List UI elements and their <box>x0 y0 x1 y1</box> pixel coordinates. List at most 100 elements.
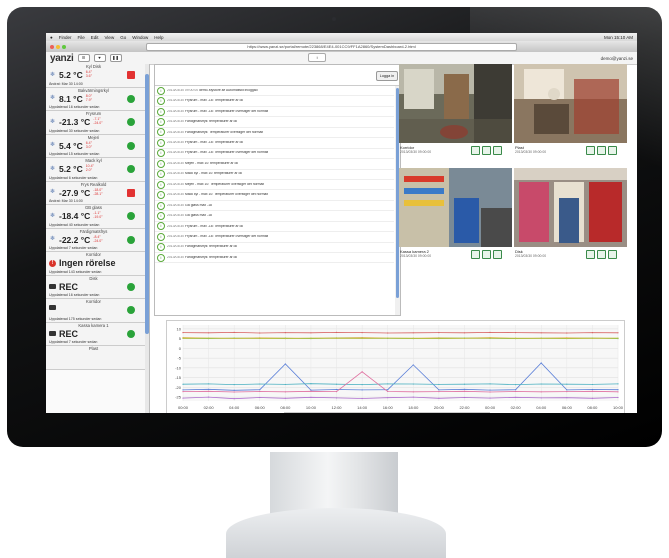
event-row[interactable]: i 2013/03/30 Mack kyl - max 10: temperatu… <box>155 170 394 180</box>
record-icon[interactable] <box>482 146 491 155</box>
menu-window[interactable]: Window <box>132 35 148 40</box>
recorder-card[interactable]: Korridor Uppdaterad 175 sekunder sedan <box>46 299 149 323</box>
snapshot-icon[interactable] <box>586 250 595 259</box>
event-row[interactable]: i 2013/03/30 Frysrum - max -18: Temperatu… <box>155 149 394 160</box>
sensor-card[interactable]: Mack kyl ❄ 5.2 °C 10.4° 2.0° Uppdaterad 6 sek… <box>46 158 149 182</box>
x-tick-label: 08:00 <box>587 405 598 410</box>
info-icon: i <box>157 118 165 127</box>
sensor-card[interactable]: Bakvärmingsrkyl ❄ 8.1 °C 8.0° 7.9° Uppdaterad… <box>46 87 149 111</box>
sensor-minmax: 6.4° 3.0° <box>86 141 92 149</box>
event-row[interactable]: i 2013/03/30 Frysrum - max -18: Temperatu… <box>155 96 394 107</box>
url-bar[interactable]: https://www.yanzi.se/portal/remote/22386… <box>146 43 517 51</box>
fullscreen-icon[interactable] <box>608 146 617 155</box>
menu-finder[interactable]: Finder <box>59 35 72 40</box>
menu-go[interactable]: Go <box>120 35 126 40</box>
event-row[interactable]: i 2013/03/30 Frysrum - max -18: Temperatu… <box>155 232 394 243</box>
close-window-icon[interactable] <box>50 44 54 49</box>
event-row[interactable]: i 2013/03/30 Färdigmatsfrys: temperaturer… <box>155 253 394 264</box>
ok-status-icon[interactable] <box>127 282 135 291</box>
snapshot-icon[interactable] <box>471 146 480 155</box>
monitor-camera <box>332 17 336 21</box>
fullscreen-icon[interactable] <box>493 146 502 155</box>
recorder-card[interactable]: Disk REC Uppdaterad 16 sekunder sedan <box>46 275 149 299</box>
ok-status-icon[interactable] <box>127 306 135 314</box>
ok-status-icon[interactable] <box>127 118 135 126</box>
camera-feed-korridor[interactable] <box>399 64 512 143</box>
data-point <box>387 397 389 399</box>
events-login-button[interactable]: Logga in <box>376 71 398 81</box>
event-row[interactable]: i 2013/03/30 Färdigmatsfrys: temperaturer… <box>155 117 394 128</box>
ok-status-icon[interactable] <box>127 235 135 244</box>
expand-icon[interactable]: ↕ <box>308 53 326 62</box>
sidebar-scrollbar[interactable] <box>145 64 149 413</box>
apple-icon[interactable]: ● <box>50 35 53 40</box>
ok-status-icon[interactable] <box>127 94 135 103</box>
chart-plot[interactable]: 10 5 0 -5 -10 -15 -20 -25 00:00 02:00 04:00 06:00 08… <box>167 321 624 413</box>
ok-status-icon[interactable] <box>127 212 135 220</box>
alarm-status-icon[interactable] <box>127 188 135 197</box>
data-point <box>207 383 210 385</box>
camera-tile[interactable]: Kassa kamera 2 2013/03/30 09:00:00 <box>399 168 512 269</box>
event-text: 2013/03/30 GB glass max -18 <box>167 204 212 208</box>
fullscreen-icon[interactable] <box>608 250 617 259</box>
event-row[interactable]: i 2013/03/30 GB glass max -18 <box>155 211 394 222</box>
camera-feed-disk[interactable] <box>514 168 627 247</box>
event-row[interactable]: i 2013/03/30 Färdigmatsfrys: Temperaturer… <box>155 128 394 139</box>
zoom-window-icon[interactable] <box>62 44 66 49</box>
sensor-min: -28.1° <box>93 191 103 196</box>
data-point <box>489 337 491 339</box>
sensor-card[interactable]: Frysrum ❄ -21.3 °C -7.1° -24.0° Uppdaterad 30… <box>46 111 149 135</box>
ok-status-icon[interactable] <box>127 165 135 173</box>
camera-feed-plast[interactable] <box>514 64 627 143</box>
event-row[interactable]: i 2013/03/30 Mejeri - max 10: temperature… <box>155 159 394 170</box>
menu-help[interactable]: Help <box>154 35 163 40</box>
menu-edit[interactable]: Edit <box>91 35 99 40</box>
temperature-chart[interactable]: 10 5 0 -5 -10 -15 -20 -25 00:00 02:00 04:00 06:00 08… <box>166 320 625 413</box>
event-row[interactable]: i 2013/03/30 Frysrum - max -18: Temperatu… <box>155 222 394 233</box>
ok-status-icon[interactable] <box>127 329 135 338</box>
event-row[interactable]: i 2013/03/30 Mejeri - max 10: Temperature… <box>155 180 394 191</box>
event-row[interactable]: i 2013/03/30 09:00:00 demo-Mystore.se Aut… <box>155 86 394 97</box>
minimize-window-icon[interactable] <box>56 44 60 49</box>
sensor-card[interactable]: Färdigmatsfrys ❄ -22.2 °C -8.4° -24.0° Uppdat… <box>46 228 149 252</box>
sidebar-scroll-thumb[interactable] <box>145 74 149 334</box>
camera-feed-kassa[interactable] <box>399 168 512 247</box>
user-email[interactable]: demo@yanzi.se <box>601 56 633 61</box>
data-point <box>438 332 440 334</box>
recorder-card[interactable]: Kassa kamera 1 REC Uppdaterad 7 sekunder s… <box>46 322 149 346</box>
motion-sensor-card[interactable]: Korridor! Ingen rörelse Uppdaterad 143 sek… <box>46 252 149 276</box>
menu-file[interactable]: File <box>77 35 84 40</box>
snapshot-icon[interactable] <box>586 146 595 155</box>
sensor-card[interactable]: Plast <box>46 346 149 370</box>
sensor-card[interactable]: GB glass ❄ -18.4 °C -1.1° -19.0° Uppdaterad 4… <box>46 205 149 229</box>
fullscreen-icon[interactable] <box>493 250 502 259</box>
sensor-card[interactable]: Mejeri ❄ 5.4 °C 6.4° 3.0° Uppdaterad 15 sekun… <box>46 134 149 158</box>
y-tick-label: 10 <box>177 326 182 331</box>
event-row[interactable]: i 2013/03/30 Mack kyl - max 10: Temperatu… <box>155 190 394 201</box>
favorite-heart-icon[interactable]: ♥ <box>93 54 106 62</box>
camera-tile[interactable]: Korridor 2013/03/30 09:00:00 <box>399 64 512 165</box>
record-icon[interactable] <box>482 250 491 259</box>
snapshot-icon[interactable] <box>471 250 480 259</box>
pause-icon[interactable]: ❚❚ <box>109 54 122 62</box>
sensor-card[interactable]: Frys Realkold ❄ -27.9 °C -18.0° -28.1° Ändrat… <box>46 181 149 205</box>
series-line-7[interactable] <box>182 337 619 340</box>
record-icon[interactable] <box>597 146 606 155</box>
menu-view[interactable]: View <box>105 35 115 40</box>
menu-list-icon[interactable]: ☰ <box>77 54 90 62</box>
event-row[interactable]: i 2013/03/30 GB glass max -18 <box>155 201 394 212</box>
event-row[interactable]: i 2013/03/30 Frysrum - max -18: Temperatu… <box>155 138 394 149</box>
alarm-status-icon[interactable] <box>127 71 135 79</box>
camera-tile[interactable]: Disk 2013/03/30 09:00:00 <box>514 168 627 269</box>
event-filter-bar[interactable]: Logga in <box>155 65 400 86</box>
sensor-row: ❄ 5.2 °C 10.4° 2.0° <box>49 164 94 174</box>
event-row[interactable]: i 2013/03/30 Frysrum - max -18: Temperatu… <box>155 107 394 118</box>
camera-tile[interactable]: Plast 2013/03/30 09:00:00 <box>514 64 627 165</box>
event-text: 2013/03/30 Färdigmatsfrys: temperaturer … <box>167 120 237 124</box>
data-point <box>515 337 517 339</box>
sensor-row: ❄ -21.3 °C -7.1° -24.0° <box>49 117 103 127</box>
ok-status-icon[interactable] <box>127 141 135 150</box>
sensor-card[interactable]: Kyl Disk ❄ 5.2 °C 6.4° 3.6° Ändrat: Mar 30 14… <box>46 64 149 88</box>
record-icon[interactable] <box>597 250 606 259</box>
event-row[interactable]: i 2013/03/30 Färdigmatsfrys: temperaturer… <box>155 243 394 253</box>
